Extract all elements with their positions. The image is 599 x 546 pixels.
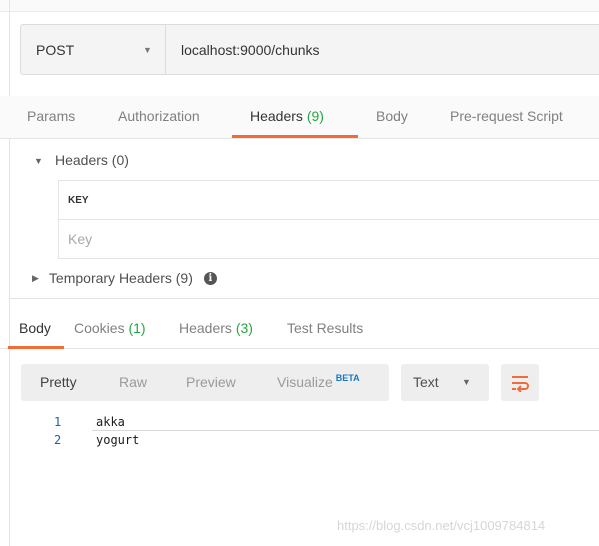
headers-table: KEY Key	[58, 180, 599, 259]
line-text: akka	[96, 415, 125, 429]
beta-badge: BETA	[335, 373, 360, 383]
view-mode-group: Pretty Raw Preview Visualize BETA	[21, 364, 389, 401]
line-number: 2	[54, 433, 62, 447]
section-divider	[10, 298, 599, 299]
response-body-editor[interactable]: 1 akka 2 yogurt	[0, 413, 599, 449]
format-select[interactable]: Text ▼	[401, 364, 489, 401]
top-strip	[0, 0, 599, 12]
wrap-lines-icon	[512, 375, 529, 392]
tab-headers-count: (9)	[306, 108, 324, 124]
tab-authorization[interactable]: Authorization	[118, 108, 200, 124]
headers-section-title[interactable]: Headers (0)	[55, 152, 129, 168]
tab-response-headers-count: (3)	[235, 320, 253, 336]
response-tabs: Body Cookies (1) Headers (3) Test Result…	[0, 309, 599, 349]
column-header-key: KEY	[58, 181, 599, 220]
view-raw-button[interactable]: Raw	[119, 374, 147, 390]
code-line: 1 akka	[0, 413, 599, 431]
tab-prerequest-script[interactable]: Pre-request Script	[450, 108, 563, 124]
code-line: 2 yogurt	[0, 431, 599, 449]
tab-params[interactable]: Params	[27, 108, 75, 124]
tab-response-headers-label: Headers	[179, 320, 232, 336]
request-tabs: Params Authorization Headers (9) Body Pr…	[0, 96, 599, 139]
method-label: POST	[36, 41, 75, 58]
collapse-triangle-icon[interactable]: ▼	[34, 156, 43, 166]
view-visualize-button[interactable]: Visualize BETA	[277, 373, 360, 390]
tab-cookies-label: Cookies	[74, 320, 125, 336]
view-preview-button[interactable]: Preview	[186, 374, 236, 390]
view-pretty-button[interactable]: Pretty	[40, 374, 77, 390]
active-response-tab-underline	[8, 346, 64, 349]
expand-triangle-icon: ▶	[32, 272, 39, 283]
temporary-headers-toggle[interactable]: ▶ Temporary Headers (9) i	[32, 270, 217, 286]
temporary-headers-label: Temporary Headers (9)	[48, 270, 193, 286]
tab-cookies-count: (1)	[128, 320, 146, 336]
method-select[interactable]: POST ▼	[21, 25, 166, 74]
request-bar: POST ▼ localhost:9000/chunks	[20, 24, 599, 75]
visualize-label: Visualize	[277, 374, 333, 390]
line-number: 1	[54, 415, 62, 429]
headers-section: ▼ Headers (0) KEY Key ▶ Temporary Header…	[10, 140, 599, 298]
watermark: https://blog.csdn.net/vcj1009784814	[337, 518, 546, 533]
url-text: localhost:9000/chunks	[181, 41, 320, 58]
tab-cookies[interactable]: Cookies (1)	[74, 320, 146, 336]
chevron-down-icon: ▼	[462, 377, 471, 387]
tab-headers-label: Headers	[250, 108, 303, 124]
tab-headers[interactable]: Headers (9)	[250, 108, 324, 124]
tab-response-headers[interactable]: Headers (3)	[179, 320, 253, 336]
tab-test-results[interactable]: Test Results	[287, 320, 363, 336]
key-input[interactable]: Key	[58, 220, 599, 259]
tab-response-body[interactable]: Body	[19, 320, 51, 336]
line-text: yogurt	[96, 433, 140, 447]
active-tab-underline	[232, 135, 358, 138]
chevron-down-icon: ▼	[143, 45, 152, 55]
tab-body[interactable]: Body	[376, 108, 408, 124]
url-input[interactable]: localhost:9000/chunks	[166, 25, 599, 74]
info-icon[interactable]: i	[203, 271, 217, 285]
wrap-lines-button[interactable]	[501, 364, 539, 401]
format-label: Text	[413, 374, 439, 390]
